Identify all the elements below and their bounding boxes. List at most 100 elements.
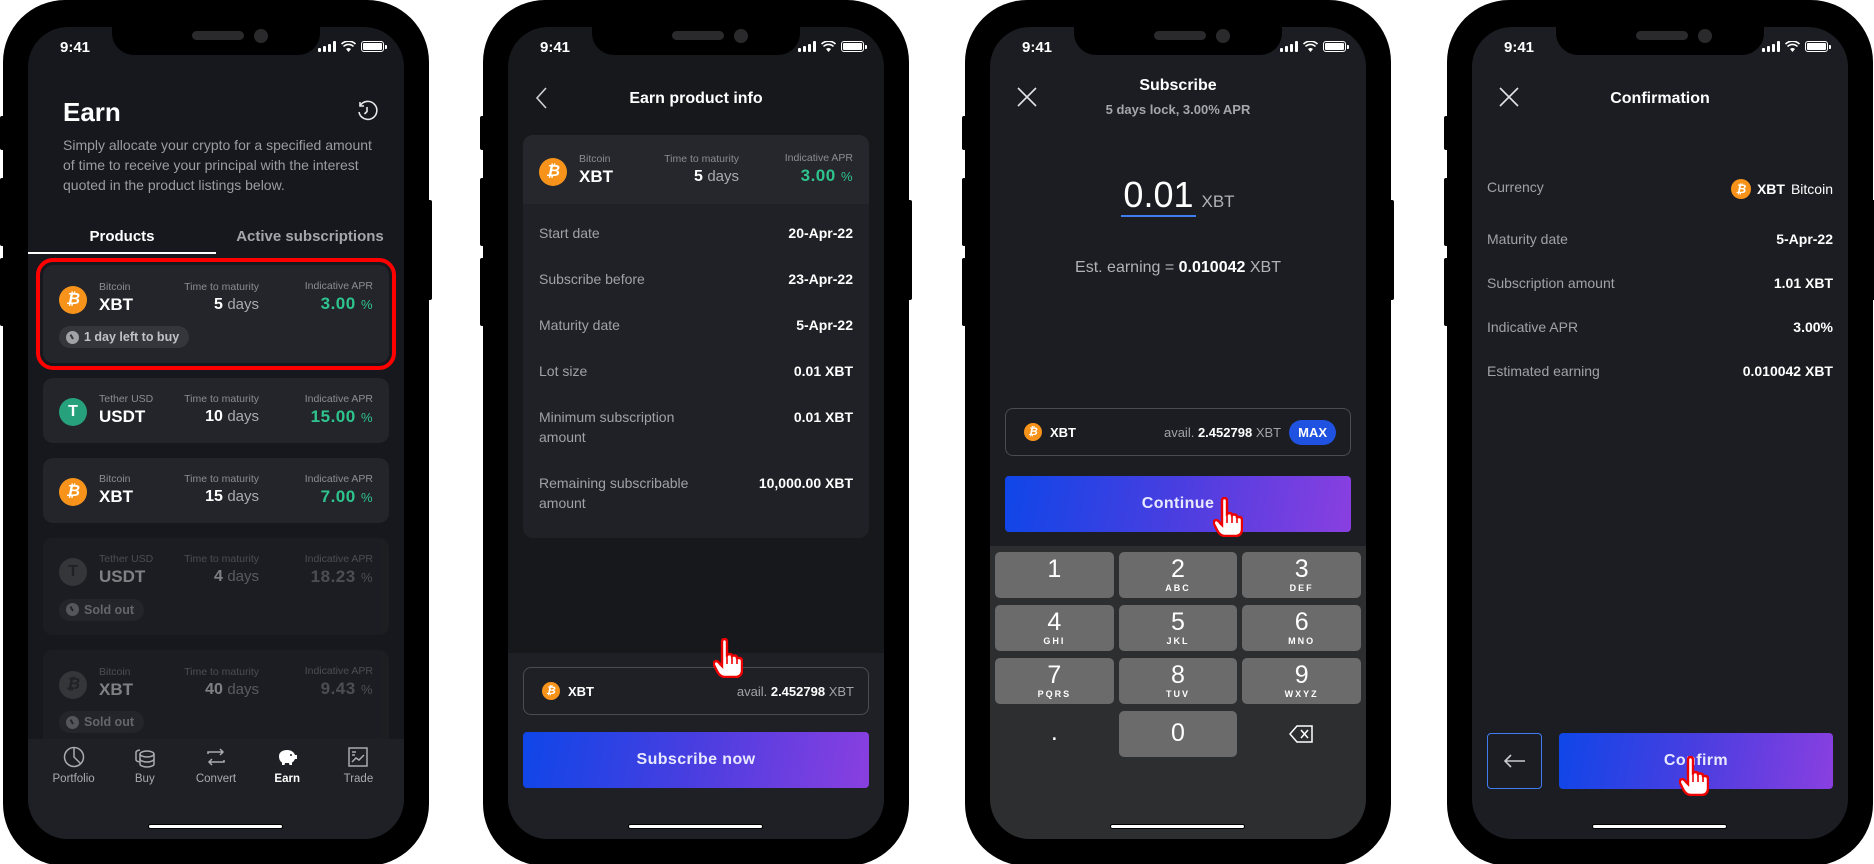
detail-label: Minimum subscription amount (539, 409, 675, 445)
status-bar: 9:41 (1472, 37, 1848, 57)
product-detail-rows: Start date 20-Apr-22 Subscribe before 23-Ap… (523, 204, 869, 538)
page-title: Earn (63, 97, 121, 127)
key-4[interactable]: 4 GHI (995, 605, 1114, 651)
coins-stack-icon (135, 749, 155, 768)
detail-row-maturity-date: Maturity date 5-Apr-22 (1487, 231, 1833, 247)
detail-row: Minimum subscription amount 0.01 XBT (539, 394, 853, 460)
detail-row: Maturity date 5-Apr-22 (539, 302, 853, 348)
battery-icon (841, 41, 867, 52)
tab-products[interactable]: Products (28, 224, 216, 254)
detail-row-estimated-earning: Estimated earning 0.010042 XBT (1487, 363, 1833, 379)
continue-button[interactable]: Continue (1005, 476, 1351, 532)
detail-label: Maturity date (539, 317, 620, 333)
product-info-card: ₿ Bitcoin XBT Time to maturity 5 days Indi… (523, 135, 869, 538)
wifi-icon (821, 41, 836, 52)
apr-label: Indicative APR (784, 152, 853, 164)
key-8[interactable]: 8 TUV (1118, 658, 1238, 704)
key-1[interactable]: 1 (995, 552, 1114, 598)
history-icon[interactable] (355, 99, 379, 123)
status-time: 9:41 (540, 39, 571, 56)
maturity-value: 5 days (693, 167, 739, 185)
maturity-label: Time to maturity (184, 473, 259, 485)
bitcoin-icon: ₿ (1024, 423, 1042, 441)
clock-icon (66, 715, 79, 729)
apr-label: Indicative APR (304, 392, 373, 405)
key-decimal[interactable]: . (995, 711, 1114, 757)
numeric-keypad: 1 2 ABC 3 DEF 4 GHI 5 JKL 6 MNO 7 PQRS 8 TUV 9 WXYZ . 0 (990, 546, 1366, 839)
maturity-value: 5 days (213, 295, 259, 313)
maturity-value: 10 days (205, 408, 259, 425)
available-balance: avail. 2.452798 XBT (1163, 424, 1282, 440)
apr-label: Indicative APR (304, 472, 373, 485)
nav-trade[interactable]: Trade (323, 745, 394, 839)
detail-value: 23-Apr-22 (788, 271, 853, 287)
detail-label: Lot size (539, 363, 588, 379)
balance-ticker: XBT (568, 683, 594, 699)
swap-arrows-icon (207, 748, 225, 766)
phone-product-info: 9:41 Earn product info ₿ Bitcoin XBT Time… (480, 0, 912, 864)
tether-icon: T (59, 558, 87, 586)
apr-label: Indicative APR (304, 280, 373, 292)
key-5[interactable]: 5 JKL (1118, 605, 1238, 651)
key-backspace[interactable] (1242, 711, 1361, 757)
status-badge: Sold out (59, 711, 144, 733)
confirm-button[interactable]: Confirm (1559, 733, 1833, 789)
coin-ticker: XBT (99, 487, 133, 506)
confirmation-screen: 9:41 Confirmation Currency ₿ XBT Bitcoin M… (1472, 27, 1848, 839)
maturity-value: 15 days (205, 488, 259, 505)
coin-ticker: XBT (579, 166, 613, 186)
coin-ticker: USDT (99, 407, 146, 426)
subscribe-now-button[interactable]: Subscribe now (523, 732, 869, 788)
product-card[interactable]: ₿ Bitcoin XBT Time to maturity 5 days Indicat… (36, 258, 396, 370)
product-list: ₿ Bitcoin XBT Time to maturity 5 days Indicat… (36, 258, 396, 763)
max-button[interactable]: MAX (1289, 419, 1336, 445)
earn-description: Simply allocate your crypto for a specif… (63, 137, 372, 193)
nav-portfolio[interactable]: Portfolio (38, 745, 109, 839)
detail-row: Lot size 0.01 XBT (539, 348, 853, 394)
product-card[interactable]: T Tether USD USDT Time to maturity 10 days In… (43, 377, 389, 443)
available-balance: avail. 2.452798 XBT (736, 683, 854, 699)
key-2[interactable]: 2 ABC (1118, 552, 1238, 598)
pie-chart-icon (63, 746, 84, 768)
bitcoin-icon: ₿ (539, 157, 567, 186)
clock-icon (66, 330, 79, 344)
amount-value[interactable]: 0.01 (1121, 175, 1196, 217)
apr-value: 7.00 % (320, 486, 373, 506)
coin-ticker: XBT (99, 679, 133, 699)
product-card[interactable]: T Tether USD USDT Time to maturity 4 days Ind… (43, 537, 389, 635)
key-7[interactable]: 7 PQRS (995, 658, 1114, 704)
amount-input[interactable]: 0.01 XBT (990, 175, 1366, 217)
subscribe-footer: ₿ XBT avail. 2.452798 XBT Subscribe now (508, 653, 884, 839)
phone-earn-list: 9:41 Earn Simply allocate your crypto fo… (0, 0, 432, 864)
maturity-value: 40 days (205, 680, 259, 698)
confirmation-details: Currency ₿ XBT Bitcoin Maturity date 5-Apr-… (1487, 175, 1833, 393)
product-card[interactable]: ₿ Bitcoin XBT Time to maturity 40 days Indica… (43, 650, 389, 748)
status-badge: Sold out (59, 598, 144, 621)
maturity-value: 4 days (213, 568, 259, 585)
status-time: 9:41 (1504, 39, 1535, 56)
key-0[interactable]: 0 (1118, 711, 1238, 757)
coin-ticker: XBT (99, 294, 133, 314)
tether-icon: T (59, 398, 87, 426)
tab-active-subscriptions[interactable]: Active subscriptions (216, 224, 404, 254)
key-3[interactable]: 3 DEF (1242, 552, 1362, 598)
coin-name: Tether USD (99, 553, 154, 565)
key-9[interactable]: 9 WXYZ (1242, 658, 1362, 704)
status-bar: 9:41 (990, 37, 1366, 57)
piggy-bank-icon (279, 750, 298, 765)
arrow-left-icon (1503, 754, 1525, 768)
product-card[interactable]: ₿ Bitcoin XBT Time to maturity 15 days Indica… (43, 457, 389, 523)
detail-row: Start date 20-Apr-22 (539, 210, 853, 256)
key-6[interactable]: 6 MNO (1242, 605, 1362, 651)
page-subtitle: 5 days lock, 3.00% APR (1105, 102, 1251, 117)
battery-icon (1805, 41, 1831, 52)
back-button[interactable] (1487, 733, 1542, 789)
balance-selector[interactable]: ₿ XBT avail. 2.452798 XBT MAX (1005, 408, 1351, 456)
bitcoin-icon: ₿ (59, 478, 87, 506)
amount-unit: XBT (1201, 192, 1235, 211)
home-indicator (148, 824, 283, 829)
signal-icon (318, 41, 336, 52)
signal-icon (798, 41, 816, 52)
detail-row-subscription-amount: Subscription amount 1.01 XBT (1487, 275, 1833, 291)
balance-selector[interactable]: ₿ XBT avail. 2.452798 XBT (523, 667, 869, 715)
